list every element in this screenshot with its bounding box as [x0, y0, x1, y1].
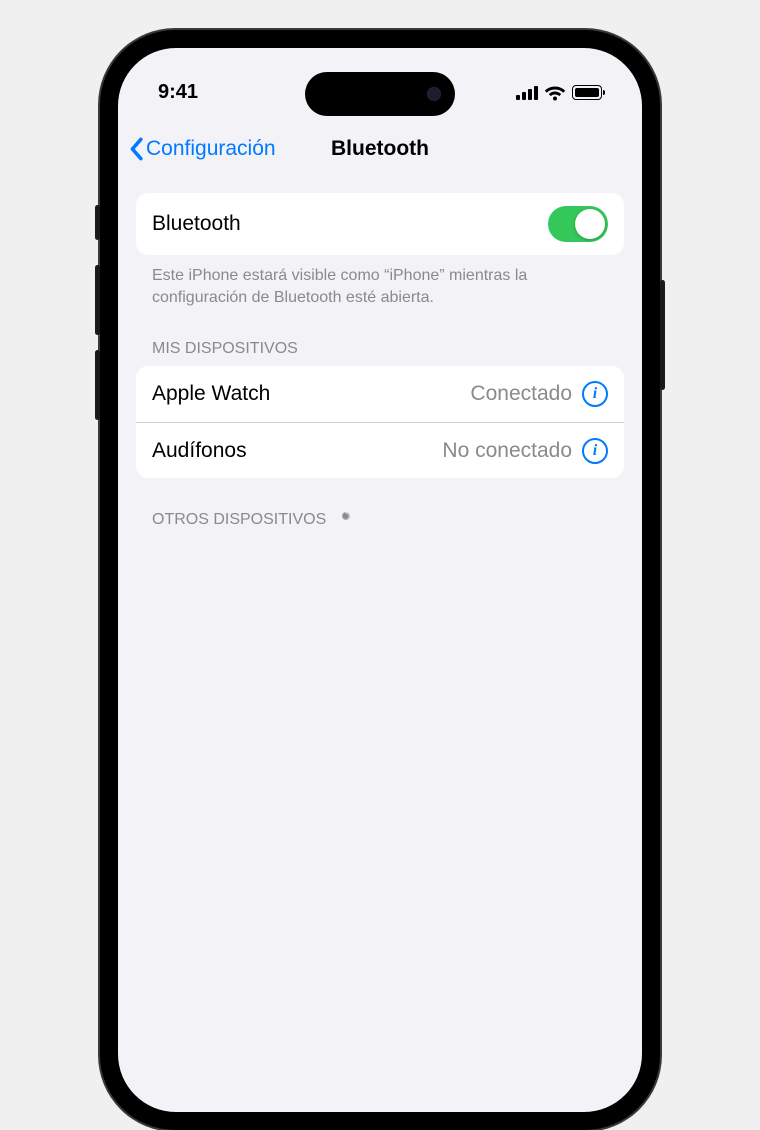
dynamic-island: [305, 72, 455, 116]
back-label: Configuración: [146, 137, 276, 161]
power-button: [660, 280, 665, 390]
bluetooth-toggle-row[interactable]: Bluetooth: [136, 193, 624, 255]
chevron-left-icon: [128, 137, 144, 161]
back-button[interactable]: Configuración: [128, 137, 276, 161]
device-status: Conectado: [470, 382, 572, 406]
bluetooth-label: Bluetooth: [152, 212, 241, 236]
volume-down-button: [95, 350, 100, 420]
phone-frame: 9:41 Con: [100, 30, 660, 1130]
device-name: Apple Watch: [152, 382, 270, 406]
content: Bluetooth Este iPhone estará visible com…: [118, 193, 642, 1112]
front-camera-icon: [427, 87, 441, 101]
status-icons: [516, 85, 602, 101]
device-row[interactable]: Apple Watch Conectado i: [136, 366, 624, 422]
device-row[interactable]: Audífonos No conectado i: [136, 422, 624, 478]
mute-switch: [95, 205, 100, 240]
my-devices-header: MIS DISPOSITIVOS: [136, 308, 624, 366]
other-devices-header: OTROS DISPOSITIVOS: [136, 478, 624, 538]
bluetooth-toggle-group: Bluetooth: [136, 193, 624, 255]
bluetooth-visibility-note: Este iPhone estará visible como “iPhone”…: [136, 255, 624, 308]
battery-icon: [572, 85, 602, 100]
phone-bezel: 9:41 Con: [106, 36, 654, 1124]
info-icon[interactable]: i: [582, 381, 608, 407]
cellular-icon: [516, 86, 538, 100]
status-time: 9:41: [158, 81, 198, 104]
wifi-icon: [545, 85, 565, 101]
bluetooth-toggle[interactable]: [548, 206, 608, 242]
volume-up-button: [95, 265, 100, 335]
page-title: Bluetooth: [331, 137, 429, 161]
device-name: Audífonos: [152, 439, 247, 463]
toggle-knob-icon: [575, 209, 605, 239]
spinner-icon: [336, 510, 356, 530]
device-status: No conectado: [442, 439, 572, 463]
nav-bar: Configuración Bluetooth: [118, 123, 642, 175]
my-devices-list: Apple Watch Conectado i Audífonos No con…: [136, 366, 624, 478]
info-icon[interactable]: i: [582, 438, 608, 464]
screen: 9:41 Con: [118, 48, 642, 1112]
